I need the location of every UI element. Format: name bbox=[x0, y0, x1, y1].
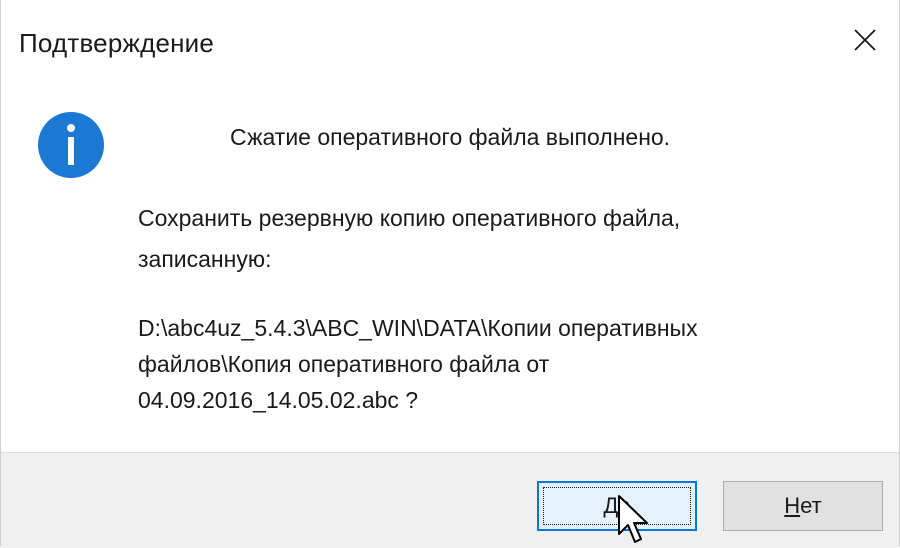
yes-button[interactable]: Да bbox=[537, 481, 697, 531]
message-area: Сжатие оперативного файла выполнено. Сох… bbox=[1, 82, 899, 452]
close-icon bbox=[854, 29, 876, 51]
button-bar: Да Нет bbox=[1, 452, 899, 548]
window-title: Подтверждение bbox=[19, 28, 215, 58]
no-button-label: Нет bbox=[784, 493, 821, 519]
file-path-text: D:\abc4uz_5.4.3\ABC_WIN\DATA\Копии опера… bbox=[138, 310, 878, 418]
no-label-rest: ет bbox=[800, 493, 822, 518]
path-line: D:\abc4uz_5.4.3\ABC_WIN\DATA\Копии опера… bbox=[138, 315, 698, 341]
question-line: Сохранить резервную копию оперативного ф… bbox=[138, 205, 681, 231]
path-line: 04.09.2016_14.05.02.abc ? bbox=[138, 387, 419, 413]
title-bar[interactable]: Подтверждение bbox=[1, 0, 899, 82]
yes-access-key: Д bbox=[603, 493, 619, 518]
confirmation-dialog: Подтверждение Сжатие оперативного файла … bbox=[0, 0, 900, 548]
no-button[interactable]: Нет bbox=[723, 481, 883, 531]
yes-button-label: Да bbox=[603, 493, 630, 519]
info-icon bbox=[38, 112, 104, 178]
question-text: Сохранить резервную копию оперативного ф… bbox=[138, 198, 878, 280]
yes-label-rest: а bbox=[618, 493, 631, 518]
no-access-key: Н bbox=[784, 493, 801, 518]
close-button[interactable] bbox=[843, 18, 887, 62]
question-line: записанную: bbox=[138, 246, 272, 272]
status-message: Сжатие оперативного файла выполнено. bbox=[230, 124, 671, 150]
path-line: файлов\Копия оперативного файла от bbox=[138, 351, 550, 377]
